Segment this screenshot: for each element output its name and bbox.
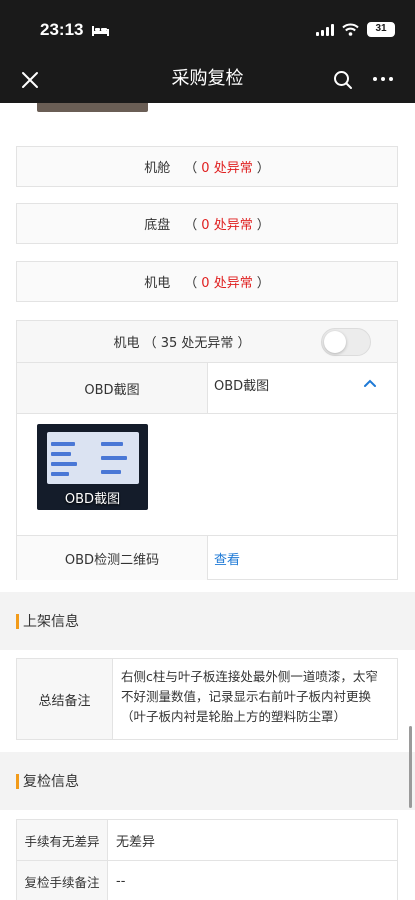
paren-open: （ [184, 218, 198, 233]
top-bar: 23:13 31 采购复检 [0, 0, 415, 103]
summary-note-row: 总结备注 右侧c柱与叶子板连接处最外侧一道喷漆，太窄不好测量数值，记录显示右前叶… [16, 658, 398, 740]
summary-note-label: 总结备注 [17, 659, 113, 739]
paren-open: （ [184, 161, 198, 176]
previous-photo-thumbnail[interactable] [37, 103, 148, 112]
category-row-engine-bay[interactable]: 机舱 （ 0 处异常 ） [16, 146, 398, 187]
category-row-chassis[interactable]: 底盘 （ 0 处异常 ） [16, 203, 398, 244]
battery-icon: 31 [367, 22, 395, 37]
obd-qr-row: OBD检测二维码 查看 [17, 536, 397, 580]
electrical-summary-header: 机电 （ 35 处无异常 ） [17, 321, 397, 363]
recheck-info-header: 复检信息 [0, 752, 415, 810]
recheck-row-label: 复检手续备注 [17, 861, 108, 900]
recheck-info-table: 手续有无差异 无差异 复检手续备注 -- [16, 819, 398, 900]
category-name: 机电 [144, 276, 171, 291]
obd-screenshot-value: OBD截图 [214, 379, 270, 394]
listing-info-title: 上架信息 [23, 614, 79, 630]
table-row: 手续有无差异 无差异 [17, 820, 397, 861]
status-time: 23:13 [40, 20, 84, 39]
search-icon[interactable] [333, 70, 353, 90]
obd-screenshot-row[interactable]: OBD截图 OBD截图 [17, 363, 397, 414]
more-options-icon[interactable] [373, 77, 393, 81]
paren-close: ） [256, 161, 270, 176]
section-accent-bar [16, 613, 19, 629]
chevron-up-icon[interactable] [363, 378, 377, 388]
section-accent-bar [16, 773, 19, 789]
table-row: 复检手续备注 -- [17, 861, 397, 900]
recheck-row-value: -- [116, 873, 126, 889]
obd-image-caption: OBD截图 [64, 492, 121, 507]
obd-screenshot-image[interactable]: OBD截图 [37, 424, 148, 510]
scrollbar[interactable] [409, 726, 412, 808]
paren-open: （ [184, 276, 198, 291]
abnormal-count: 0 处异常 [201, 276, 253, 291]
obd-screenshot-label: OBD截图 [17, 363, 208, 413]
electrical-summary-text: 机电 （ 35 处无异常 ） [113, 336, 251, 351]
recheck-row-label: 手续有无差异 [17, 820, 108, 860]
obd-qr-view-link[interactable]: 查看 [208, 536, 397, 580]
obd-image-area: OBD截图 [17, 414, 397, 536]
electrical-toggle[interactable] [321, 328, 371, 356]
recheck-info-title: 复检信息 [23, 774, 79, 790]
summary-note-text: 右侧c柱与叶子板连接处最外侧一道喷漆，太窄不好测量数值，记录显示右前叶子板内衬更… [121, 669, 378, 724]
abnormal-count: 0 处异常 [201, 218, 253, 233]
obd-qr-label: OBD检测二维码 [17, 536, 208, 580]
paren-close: ） [256, 276, 270, 291]
category-name: 机舱 [144, 161, 171, 176]
status-icons: 31 [316, 22, 395, 37]
cellular-signal-icon [316, 23, 334, 36]
abnormal-count: 0 处异常 [201, 161, 253, 176]
category-row-electrical[interactable]: 机电 （ 0 处异常 ） [16, 261, 398, 302]
paren-close: ） [256, 218, 270, 233]
wifi-icon [342, 23, 359, 36]
listing-info-header: 上架信息 [0, 592, 415, 650]
sleep-mode-icon [92, 26, 109, 36]
category-name: 底盘 [144, 218, 171, 233]
recheck-row-value: 无差异 [116, 834, 156, 850]
obd-section: 机电 （ 35 处无异常 ） OBD截图 OBD截图 OBD截图 OBD检测二维… [16, 320, 398, 580]
